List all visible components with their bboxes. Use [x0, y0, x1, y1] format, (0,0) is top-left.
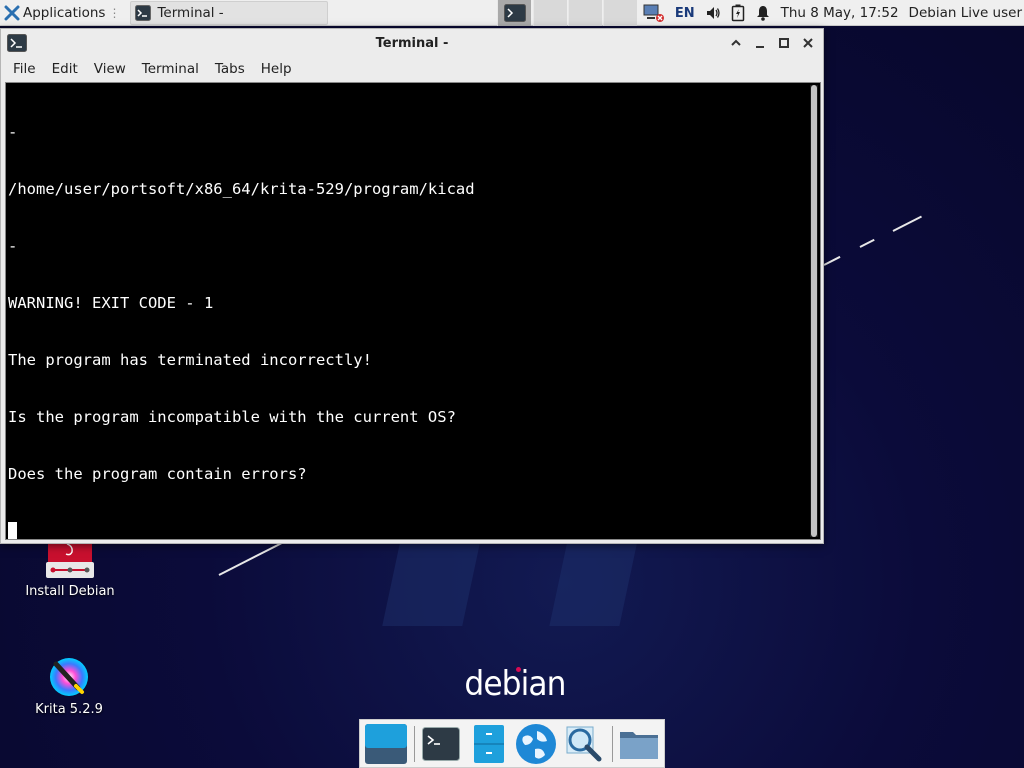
battery-icon[interactable]	[731, 4, 745, 22]
terminal-icon	[135, 4, 152, 21]
terminal-icon	[504, 4, 526, 22]
maximize-icon[interactable]	[775, 34, 793, 52]
menu-bar: File Edit View Terminal Tabs Help	[1, 57, 823, 81]
applications-label: Applications	[23, 4, 106, 21]
keyboard-layout-indicator[interactable]: EN	[675, 6, 695, 21]
menu-file[interactable]: File	[5, 61, 44, 77]
workspace-1[interactable]	[497, 0, 531, 26]
terminal-line: Is the program incompatible with the cur…	[8, 408, 456, 426]
wallpaper-line	[823, 255, 841, 266]
system-tray: EN Thu 8 May, 17:52 Debian Live user	[643, 0, 1024, 26]
window-controls	[727, 34, 817, 52]
terminal-output[interactable]: - /home/user/portsoft/x86_64/krita-529/p…	[5, 82, 821, 540]
wallpaper-line	[892, 215, 922, 232]
user-menu[interactable]: Debian Live user	[909, 5, 1022, 21]
xfce-icon	[4, 5, 20, 20]
menu-tabs[interactable]: Tabs	[207, 61, 253, 77]
file-manager-icon	[473, 724, 504, 763]
menu-help[interactable]: Help	[253, 61, 300, 77]
dock-folder[interactable]	[616, 721, 662, 767]
terminal-icon	[421, 726, 460, 761]
separator-icon: ⋮	[108, 5, 121, 20]
window-title: Terminal -	[375, 35, 449, 51]
dock-terminal[interactable]	[418, 721, 464, 767]
taskbar-terminal-button[interactable]: Terminal -	[130, 0, 329, 25]
terminal-window[interactable]: Terminal - File Edit View Terminal Tabs …	[0, 28, 824, 544]
dock	[359, 719, 665, 768]
scrollbar-thumb[interactable]	[811, 85, 817, 537]
web-browser-icon	[516, 723, 557, 764]
terminal-line: /home/user/portsoft/x86_64/krita-529/pro…	[8, 180, 475, 198]
show-desktop-icon	[364, 723, 407, 764]
chevron-up-icon[interactable]	[727, 34, 745, 52]
dock-web-browser[interactable]	[513, 721, 559, 767]
top-panel: Applications ⋮ Terminal - EN Thu 8 May, …	[0, 0, 1024, 26]
menu-view[interactable]: View	[86, 61, 134, 77]
workspace-2[interactable]	[533, 0, 567, 26]
workspace-3[interactable]	[568, 0, 602, 26]
minimize-icon[interactable]	[751, 34, 769, 52]
window-titlebar[interactable]: Terminal -	[1, 29, 823, 57]
terminal-line: Does the program contain errors?	[8, 465, 307, 483]
krita-icon	[50, 658, 88, 696]
applications-menu[interactable]: Applications ⋮	[0, 0, 124, 26]
terminal-cursor	[8, 522, 17, 539]
dock-show-desktop[interactable]	[363, 721, 409, 767]
dock-file-manager[interactable]	[466, 721, 512, 767]
menu-terminal[interactable]: Terminal	[134, 61, 207, 77]
menu-edit[interactable]: Edit	[44, 61, 86, 77]
volume-icon[interactable]	[705, 5, 721, 21]
desktop-icon-krita[interactable]: Krita 5.2.9	[14, 656, 124, 717]
wallpaper-line	[859, 238, 875, 248]
terminal-line: -	[8, 123, 18, 141]
app-finder-icon	[566, 726, 602, 761]
taskbar-terminal-label: Terminal -	[157, 4, 224, 21]
notification-bell-icon[interactable]	[755, 5, 771, 21]
network-disconnected-icon[interactable]	[643, 3, 665, 23]
terminal-line: -	[8, 237, 18, 255]
debian-logo: debian	[464, 664, 566, 704]
terminal-line: The program has terminated incorrectly!	[8, 351, 372, 369]
debian-logo-dot	[516, 667, 521, 672]
dock-app-finder[interactable]	[561, 721, 607, 767]
dock-separator	[413, 725, 415, 762]
terminal-line: WARNING! EXIT CODE - 1	[8, 294, 214, 312]
desktop-icon-label: Install Debian	[25, 584, 115, 599]
terminal-scrollbar[interactable]	[810, 85, 818, 537]
folder-icon	[620, 731, 659, 759]
terminal-icon	[7, 34, 27, 52]
clock[interactable]: Thu 8 May, 17:52	[781, 5, 899, 21]
dock-separator	[612, 725, 614, 762]
workspace-4[interactable]	[603, 0, 637, 26]
desktop-icon-label: Krita 5.2.9	[35, 702, 103, 717]
close-icon[interactable]	[799, 34, 817, 52]
